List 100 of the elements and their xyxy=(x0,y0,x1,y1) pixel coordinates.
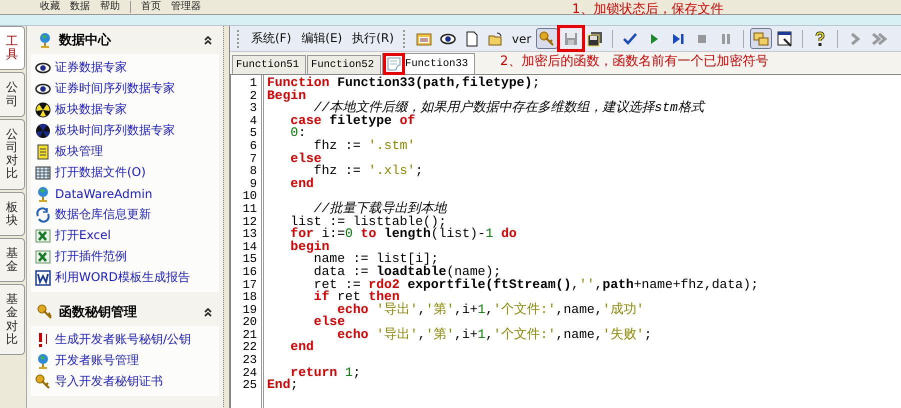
sidebar-item[interactable]: 打开数据文件(O) xyxy=(35,162,215,183)
sidebar-item[interactable]: 打开Excel xyxy=(35,225,215,246)
line-number: 20 xyxy=(242,315,257,330)
side-tab[interactable]: 板块 xyxy=(0,192,25,236)
sidebar-item[interactable]: 生成开发者账号秘钥/公钥 xyxy=(35,329,215,350)
line-number: 17 xyxy=(242,278,257,292)
double-chevron-icon xyxy=(871,30,888,46)
editor-tab[interactable]: Function51 xyxy=(232,55,306,74)
line-number: 16 xyxy=(242,264,257,279)
line-number: 9 xyxy=(250,176,257,191)
new-file-icon xyxy=(464,30,480,46)
code-line: Begin xyxy=(267,88,306,103)
nav-tab[interactable]: 首页 xyxy=(141,1,161,13)
code-line: fhz := '.stm' xyxy=(314,138,416,153)
code-line: end xyxy=(289,339,314,354)
code-line: case filetype of xyxy=(289,112,416,128)
code-line: for i:=0 to length(list)-1 do xyxy=(289,226,517,242)
radiation-icon xyxy=(35,122,51,138)
checkmark-icon xyxy=(622,30,638,46)
code-line: echo '导出','第',i+1,'个文件:',name,'失败'; xyxy=(336,326,652,342)
code-line: //批量下载导出到本地 xyxy=(314,200,446,216)
code-line: name := list[i]; xyxy=(314,251,439,266)
note-icon xyxy=(35,144,51,160)
menu-item[interactable]: 编辑(E) xyxy=(297,30,346,47)
table-icon xyxy=(35,164,51,180)
code-line: Function Function33(path,filetype); xyxy=(267,75,540,90)
side-tab[interactable]: 工具 xyxy=(0,26,25,70)
version-button[interactable]: ver xyxy=(508,28,534,49)
collapse-icon[interactable] xyxy=(203,35,213,45)
code-line: fhz := '.xls'; xyxy=(313,163,424,178)
sidebar-item[interactable]: 开发者账号管理 xyxy=(35,350,215,371)
globe-icon xyxy=(35,352,51,368)
annotation-text: 2、加密后的函数，函数名前有一个已加密符号 xyxy=(500,53,768,70)
sidebar-item[interactable]: 证券时间序列数据专家 xyxy=(35,78,215,99)
code-line: else xyxy=(289,150,322,166)
menu-item[interactable]: 系统(F) xyxy=(247,30,296,47)
line-number: 5 xyxy=(250,126,257,140)
sidebar-item[interactable]: 利用WORD模板生成报告 xyxy=(35,267,215,288)
menu-item[interactable]: 收藏 xyxy=(40,1,60,13)
sidebar-item[interactable]: DataWareAdmin xyxy=(35,183,215,204)
menu-item[interactable]: 数据 xyxy=(70,1,90,13)
line-number: 3 xyxy=(250,101,257,116)
save-icon xyxy=(563,30,580,46)
section-title: 数据中心 xyxy=(59,32,112,49)
side-tab[interactable]: 基金 xyxy=(0,238,25,282)
line-number: 23 xyxy=(242,353,257,368)
calendar-icon xyxy=(416,30,432,46)
sidebar-item[interactable]: 数据仓库信息更新 xyxy=(35,204,215,225)
line-number: 6 xyxy=(250,138,257,153)
spreadsheet-icon xyxy=(35,228,51,244)
sidebar-item[interactable]: 打开插件范例 xyxy=(35,246,215,267)
line-number: 2 xyxy=(250,88,257,103)
code-line: end xyxy=(289,176,314,191)
code-line: data := loadtable(name); xyxy=(312,264,502,279)
line-number: 13 xyxy=(242,227,257,242)
globe-icon xyxy=(37,32,53,48)
line-number: 25 xyxy=(242,378,257,392)
line-number: 18 xyxy=(242,290,257,304)
line-number: 24 xyxy=(242,366,257,380)
code-line: echo '导出','第',i+1,'个文件:',name,'成功' xyxy=(337,302,644,317)
globe-icon xyxy=(35,186,51,202)
code-line: //本地文件后缀，如果用户数据中存在多维数组，建议选择stm格式 xyxy=(312,100,704,116)
side-tab[interactable]: 基金对比 xyxy=(0,284,25,355)
menu-item[interactable]: 帮助 xyxy=(100,1,120,13)
line-number: 11 xyxy=(242,202,257,216)
line-number: 4 xyxy=(250,114,257,128)
editor-tab[interactable]: Function33 xyxy=(382,53,476,74)
code-line: End; xyxy=(267,377,298,392)
radiation-icon xyxy=(35,102,51,118)
code-line: ret := rdo2 exportfile(ftStream(),'',path+name+fhz,data); xyxy=(312,276,759,292)
line-number: 19 xyxy=(242,302,257,317)
window-icon xyxy=(777,30,794,46)
collapse-icon[interactable] xyxy=(203,307,213,317)
sidebar-item[interactable]: 板块管理 xyxy=(35,141,215,162)
key-icon xyxy=(37,304,53,320)
code-line: 0: xyxy=(289,125,306,140)
line-number: 1 xyxy=(250,76,257,90)
line-number: 15 xyxy=(242,252,257,266)
code-line: return 1; xyxy=(290,364,361,380)
side-tab[interactable]: 公司 xyxy=(0,72,25,117)
save-all-icon xyxy=(587,30,604,46)
document-icon xyxy=(35,270,51,286)
code-line: else xyxy=(312,314,346,330)
code-line: begin xyxy=(289,238,330,254)
spreadsheet-icon xyxy=(35,248,51,264)
editor-tab[interactable]: Function52 xyxy=(307,55,382,74)
menu-item[interactable]: 执行(R) xyxy=(348,30,398,47)
sidebar-item[interactable]: 板块数据专家 xyxy=(35,99,215,120)
line-number: 22 xyxy=(242,340,257,354)
line-number: 7 xyxy=(250,152,257,166)
sidebar-item[interactable]: 导入开发者秘钥证书 xyxy=(35,371,215,392)
section-title: 函数秘钥管理 xyxy=(59,304,138,321)
side-tab[interactable]: 公司对比 xyxy=(0,118,25,190)
splitter-bar[interactable] xyxy=(223,26,230,408)
sidebar-item[interactable]: 证券数据专家 xyxy=(35,57,215,78)
sidebar-item[interactable]: 板块时间序列数据专家 xyxy=(35,120,215,141)
key-icon xyxy=(539,30,556,46)
line-number: 21 xyxy=(242,328,257,342)
key-icon xyxy=(35,374,51,390)
nav-tab[interactable]: 管理器 xyxy=(171,1,201,13)
